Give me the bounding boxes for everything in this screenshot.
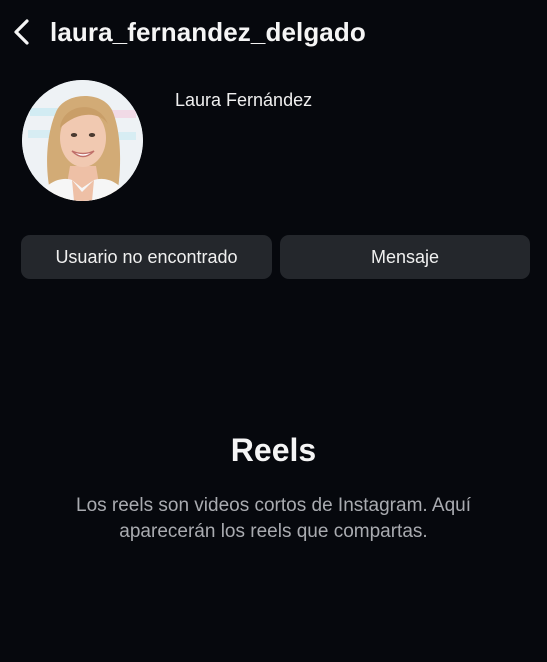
profile-username: laura_fernandez_delgado (50, 17, 366, 47)
avatar-photo (22, 80, 143, 201)
back-button[interactable] (6, 14, 38, 50)
avatar[interactable] (22, 80, 143, 201)
user-not-found-button[interactable]: Usuario no encontrado (21, 235, 272, 279)
top-bar: laura_fernandez_delgado (0, 0, 547, 62)
reels-empty-title: Reels (230, 432, 317, 468)
message-button[interactable]: Mensaje (280, 235, 530, 279)
profile-screen: laura_fernandez_delgado Laura Fernández … (0, 0, 547, 662)
display-name: Laura Fernández (175, 90, 313, 110)
chevron-left-icon (14, 19, 29, 45)
reels-empty-description: Los reels son videos cortos de Instagram… (76, 495, 471, 542)
